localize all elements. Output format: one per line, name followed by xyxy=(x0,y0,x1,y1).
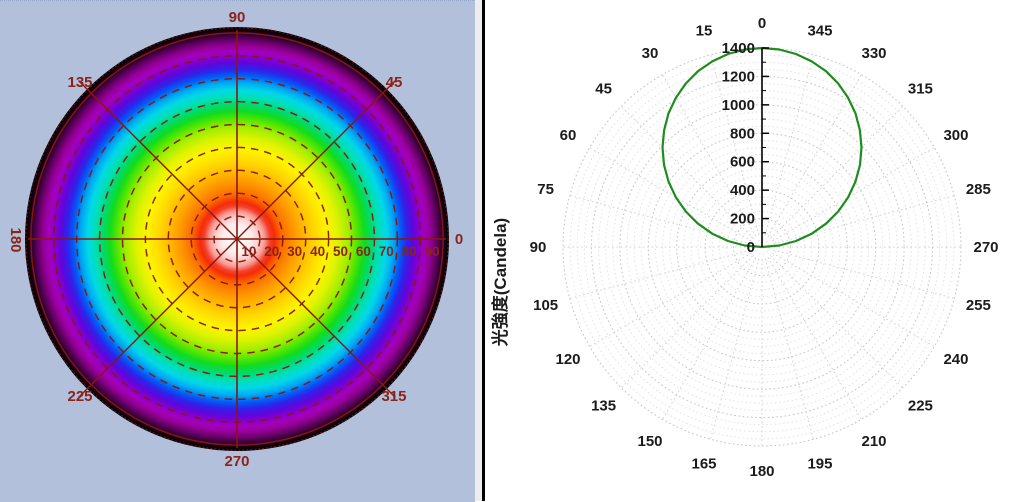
radial-tick-label: 1400 xyxy=(722,40,755,57)
radial-tick-label: 70 xyxy=(379,244,394,259)
polar-heatmap-chart: 0 45 90 135 180 225 270 315 10 20 30 40 50 60 70 80 90 xyxy=(0,1,475,502)
angle-label: 315 xyxy=(908,81,933,98)
angle-label: 255 xyxy=(966,297,991,314)
radial-tick-label: 1000 xyxy=(722,97,755,114)
angle-label: 150 xyxy=(637,433,662,450)
angle-label: 180 xyxy=(749,463,774,480)
radial-tick-label: 30 xyxy=(287,244,302,259)
radial-tick-label: 80 xyxy=(402,244,417,259)
angle-label: 30 xyxy=(642,45,659,62)
grid-spoke xyxy=(710,258,760,440)
angle-label: 330 xyxy=(861,45,886,62)
grid-spoke xyxy=(589,252,752,347)
angle-label: 345 xyxy=(807,23,832,40)
angle-label: 90 xyxy=(229,9,246,26)
grid-spoke xyxy=(662,257,757,420)
angle-label: 135 xyxy=(68,74,93,91)
grid-spoke xyxy=(569,249,751,299)
radial-tick-label: 60 xyxy=(356,244,371,259)
radial-tick-label: 800 xyxy=(730,125,755,142)
grid-spoke xyxy=(772,147,935,242)
radial-tick-label: 0 xyxy=(747,239,755,256)
panel-divider-strip xyxy=(475,0,482,501)
angle-label: 285 xyxy=(966,181,991,198)
angle-label: 180 xyxy=(7,227,24,252)
angle-label: 60 xyxy=(560,127,577,144)
angle-label: 270 xyxy=(973,239,998,256)
radial-tick-label: 400 xyxy=(730,182,755,199)
intensity-heatmap-panel: 0 45 90 135 180 225 270 315 10 20 30 40 50 60 70 80 90 xyxy=(0,0,475,502)
angle-label: 225 xyxy=(68,388,93,405)
grid-spoke xyxy=(764,54,814,236)
angle-label: 90 xyxy=(530,239,547,256)
radial-tick-label: 20 xyxy=(264,244,279,259)
radial-tick-label: 90 xyxy=(425,244,440,259)
radial-tick-label: 1200 xyxy=(722,68,755,85)
radial-tick-label: 10 xyxy=(241,244,256,259)
radial-tick-label: 40 xyxy=(310,244,325,259)
angle-label: 270 xyxy=(224,453,249,470)
angle-label: 105 xyxy=(533,297,558,314)
angle-label: 240 xyxy=(943,351,968,368)
grid-spoke xyxy=(773,195,955,245)
angle-label: 15 xyxy=(696,23,713,40)
intensity-curve-panel: 0 200 400 600 800 1000 1200 1400 0 15 30 45 60 75 90 10… xyxy=(485,0,1020,501)
angle-label: 210 xyxy=(861,433,886,450)
angle-label: 135 xyxy=(591,397,616,414)
angle-label: 225 xyxy=(908,397,933,414)
radial-tick-label: 50 xyxy=(333,244,348,259)
angle-label: 45 xyxy=(595,81,612,98)
grid-spoke xyxy=(773,249,955,299)
angle-label: 195 xyxy=(807,455,832,472)
angle-label: 45 xyxy=(386,74,403,91)
grid-spoke xyxy=(620,255,754,389)
photometric-viewer: 0 45 90 135 180 225 270 315 10 20 30 40 50 60 70 80 90 0… xyxy=(0,0,1020,502)
angle-label: 165 xyxy=(692,455,717,472)
angle-label: 0 xyxy=(758,15,766,32)
radial-tick-label: 200 xyxy=(730,211,755,228)
angle-label: 315 xyxy=(381,388,406,405)
angle-label: 75 xyxy=(537,181,554,198)
grid-spoke xyxy=(569,195,751,245)
radial-tick-label: 600 xyxy=(730,154,755,171)
grid-spoke xyxy=(764,258,814,440)
y-axis-title: 光強度(Candela) xyxy=(490,218,510,347)
angle-label: 120 xyxy=(555,351,580,368)
angle-label: 300 xyxy=(943,127,968,144)
angle-label: 0 xyxy=(455,231,463,248)
polar-line-chart: 0200400600800100012001400015304560759010… xyxy=(490,15,999,480)
grid-spoke xyxy=(770,255,904,389)
